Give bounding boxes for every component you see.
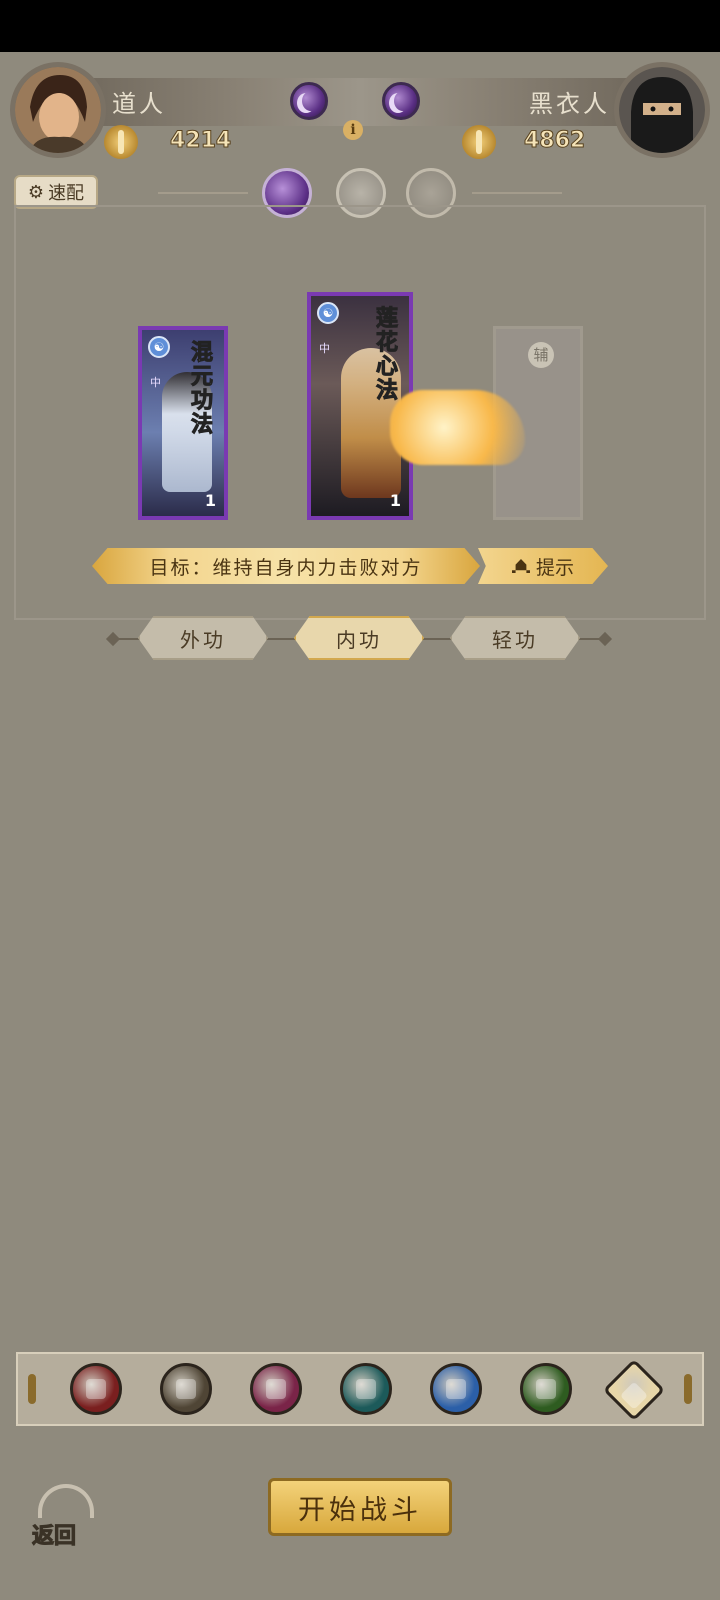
player-score-left: 4214 <box>169 128 232 154</box>
moon-orb-icon <box>382 82 420 120</box>
card-title: 混元功法 <box>187 340 214 437</box>
card-title: 莲花心法 <box>372 306 399 403</box>
tab-external[interactable]: 外功 <box>138 616 268 660</box>
yinyang-icon: ☯ <box>317 302 339 324</box>
goal-banner: 目标：维持自身内力击败对方 <box>92 548 480 584</box>
masked-man-portrait <box>619 67 705 153</box>
power-coin-icon <box>104 125 138 159</box>
wind-skill-icon[interactable] <box>520 1363 572 1415</box>
back-label: 返回 <box>31 1523 77 1550</box>
skill-card-1[interactable]: ☯ 中 混元功法 1 <box>138 326 228 520</box>
power-coin-icon <box>462 125 496 159</box>
divider <box>158 192 248 194</box>
player-score-right: 4862 <box>523 128 586 154</box>
yinyang-icon: ☯ <box>148 336 170 358</box>
moon-orb-icon <box>290 82 328 120</box>
card-count: 1 <box>389 491 401 510</box>
card-count: 1 <box>204 491 216 510</box>
back-arrow-icon <box>38 1484 94 1518</box>
fan-skill-icon[interactable] <box>340 1363 392 1415</box>
tab-lightness[interactable]: 轻功 <box>450 616 580 660</box>
player-avatar-left[interactable] <box>10 62 106 158</box>
lamp-icon <box>511 559 530 573</box>
info-icon[interactable]: i <box>343 120 363 140</box>
quick-config-label: 速配 <box>48 183 85 204</box>
daoist-portrait <box>15 67 101 153</box>
yinyang-skill-icon[interactable] <box>430 1363 482 1415</box>
start-battle-button[interactable]: 开始战斗 <box>268 1478 452 1536</box>
tab-internal[interactable]: 内功 <box>294 616 424 660</box>
divider <box>472 192 562 194</box>
fist-skill-icon[interactable] <box>250 1363 302 1415</box>
player-name-right: 黑衣人 <box>529 90 610 118</box>
scroll-left-handle[interactable] <box>28 1374 36 1404</box>
blade-skill-icon[interactable] <box>160 1363 212 1415</box>
player-avatar-right[interactable] <box>614 62 710 158</box>
card-type: 中 <box>150 376 161 389</box>
tutorial-pointer-hand-icon <box>390 390 525 465</box>
player-name-left: 道人 <box>112 90 166 118</box>
aux-slot-label: 辅 <box>528 342 554 368</box>
quick-config-button[interactable]: ⚙ 速配 <box>14 175 98 209</box>
sword-skill-icon[interactable] <box>70 1363 122 1415</box>
card-type: 中 <box>319 342 330 355</box>
hint-button[interactable]: 提示 <box>478 548 608 584</box>
back-button[interactable]: 返回 <box>31 1484 102 1550</box>
hint-label: 提示 <box>535 556 574 579</box>
status-bar <box>0 0 720 52</box>
gear-icon: ⚙ <box>27 181 45 203</box>
scroll-right-handle[interactable] <box>684 1374 692 1404</box>
